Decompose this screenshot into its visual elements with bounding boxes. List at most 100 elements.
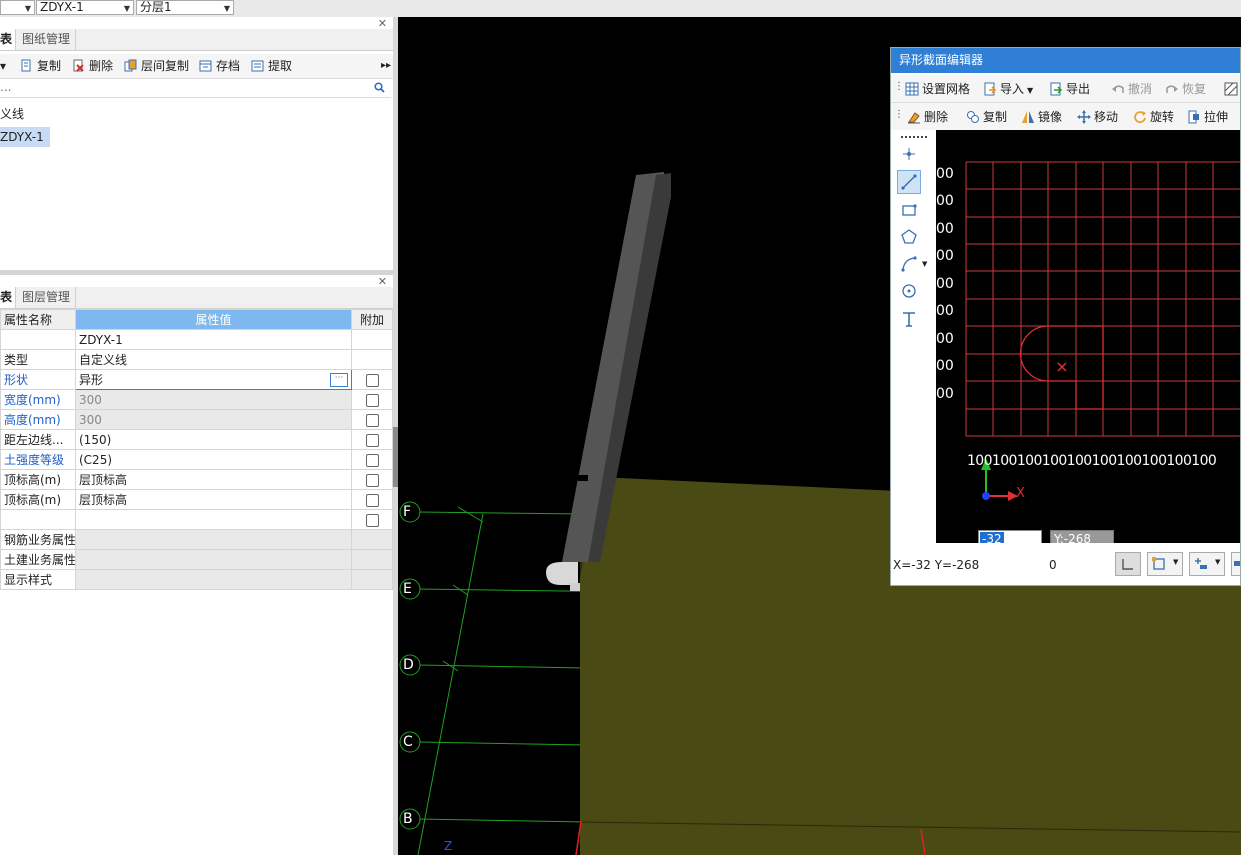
property-value[interactable]: 自定义线 [75,349,352,370]
copy-button[interactable]: 复制 [20,58,61,74]
section-canvas[interactable]: 00 00 00 00 00 00 00 00 00 1001001001001… [936,130,1240,543]
move-button[interactable]: 移动 [1077,109,1118,125]
arc-tool-icon[interactable] [901,256,917,272]
add-point-button[interactable]: ▼ [1189,552,1225,576]
tree-item-category[interactable]: 义线 [0,104,30,124]
x-coordinate-input[interactable]: -32 [978,530,1042,543]
property-value[interactable]: 层顶标高 [75,469,352,490]
extra-cell[interactable] [351,409,393,430]
panel-divider[interactable] [0,270,393,275]
tree-item-zdyx-1[interactable]: ZDYX-1 [0,127,50,147]
property-value: 异形 [79,373,104,387]
tab-layer-management[interactable]: 图层管理 [17,287,77,308]
table-row[interactable]: 类型 自定义线 [0,349,393,370]
extra-checkbox[interactable] [365,513,379,527]
component-dropdown[interactable]: ZDYX-1 ▼ [36,0,134,15]
property-value[interactable]: ZDYX-1 [75,329,352,350]
archive-button[interactable]: 存档 [199,58,240,74]
extra-checkbox[interactable] [365,493,379,507]
line-tool-button[interactable] [897,170,921,194]
delete-icon [73,59,84,72]
editor-delete-button[interactable]: 删除 [907,109,948,125]
shape-value-field[interactable]: 异形 ··· [75,369,352,390]
set-grid-button[interactable]: 设置网格 [905,81,970,97]
extra-cell[interactable] [351,449,393,470]
axis-label-b: B [403,811,413,827]
table-row[interactable]: 高度(mm) 300 [0,409,393,430]
extra-cell[interactable] [351,389,393,410]
extra-cell[interactable] [351,489,393,510]
toolbar-grip-icon: ⋮ [894,109,904,120]
polygon-tool-icon[interactable] [901,229,917,245]
table-row[interactable]: 显示样式 [0,569,393,590]
tab-property-list[interactable]: 表 [0,287,16,308]
circle-tool-icon[interactable] [901,283,917,299]
axis-label-e: E [403,581,412,597]
extract-button[interactable]: 提取 [251,58,292,74]
chevron-down-icon[interactable]: ▾ [0,58,6,74]
table-row[interactable] [0,509,393,530]
extra-checkbox[interactable] [365,473,379,487]
property-value[interactable] [75,509,352,530]
table-row[interactable]: 顶标高(m) 层顶标高 [0,489,393,510]
mirror-button[interactable]: 镜像 [1021,109,1062,125]
editor-title-bar[interactable]: 异形截面编辑器 [891,48,1240,73]
search-icon[interactable] [374,82,385,93]
extra-checkbox[interactable] [365,433,379,447]
table-row[interactable]: 形状 异形 ··· [0,369,393,390]
copy-label: 复制 [37,59,62,73]
extra-checkbox[interactable] [365,393,379,407]
chevron-down-icon[interactable]: ▼ [1027,86,1033,95]
redo-button[interactable]: 恢复 [1165,81,1206,97]
snap-mode-button[interactable]: ▼ [1147,552,1183,576]
layer-dropdown[interactable]: 分层1 ▼ [136,0,234,15]
tab-drawing-management[interactable]: 图纸管理 [17,29,77,50]
editor-copy-button[interactable]: 复制 [966,109,1007,125]
rotate-button[interactable]: 旋转 [1133,109,1174,125]
search-input[interactable]: ... [0,80,11,94]
more-status-button[interactable] [1231,552,1240,576]
text-tool-icon[interactable] [901,310,917,328]
more-options-icon[interactable]: ··· [330,373,348,387]
table-row[interactable]: 钢筋业务属性 [0,529,393,550]
tab-list[interactable]: 表 [0,29,16,50]
table-row[interactable]: 顶标高(m) 层顶标高 [0,469,393,490]
extra-cell[interactable] [351,509,393,530]
point-tool-icon[interactable] [901,146,917,162]
property-value[interactable]: 层顶标高 [75,489,352,510]
table-row[interactable]: 土强度等级 (C25) [0,449,393,470]
stretch-button[interactable]: 拉伸 [1187,109,1228,125]
table-row[interactable]: 土建业务属性 [0,549,393,570]
ortho-toggle-button[interactable] [1115,552,1141,576]
table-row[interactable]: 距左边线... (150) [0,429,393,450]
undo-button[interactable]: 撤消 [1111,81,1152,97]
property-value[interactable]: (150) [75,429,352,450]
export-button[interactable]: 导出 [1049,81,1090,97]
table-row[interactable]: 宽度(mm) 300 [0,389,393,410]
chevron-down-icon[interactable]: ▼ [922,260,927,268]
y-coordinate-input[interactable]: Y:-268 [1050,530,1114,543]
component-tabs: 表 图纸管理 [0,29,393,51]
extra-checkbox[interactable] [365,453,379,467]
hatch-button[interactable] [1224,81,1240,97]
extra-checkbox[interactable] [365,413,379,427]
editor-toolbar-2: ⋮ 删除 复制 镜像 移动 旋转 拉伸 [891,103,1240,131]
table-row[interactable]: ZDYX-1 [0,329,393,350]
rectangle-tool-icon[interactable] [901,202,917,218]
more-icon[interactable]: ▸▸ [381,58,391,74]
extra-checkbox[interactable] [365,373,379,387]
floor-copy-button[interactable]: 层间复制 [124,58,189,74]
extra-cell[interactable] [351,469,393,490]
first-dropdown[interactable]: ▼ [0,0,35,15]
component-search[interactable]: ... [0,79,391,98]
import-button[interactable]: 导入 ▼ [983,81,1033,97]
delete-button[interactable]: 删除 [72,58,113,74]
tab-layer-label: 图层管理 [22,290,71,304]
extra-cell[interactable] [351,369,393,390]
copy-shapes-icon [967,111,979,123]
property-group-name: 显示样式 [0,569,76,590]
property-value: 300 [75,409,352,430]
property-value[interactable]: (C25) [75,449,352,470]
extra-cell[interactable] [351,429,393,450]
table-header: 属性名称 属性值 附加 [0,309,393,330]
